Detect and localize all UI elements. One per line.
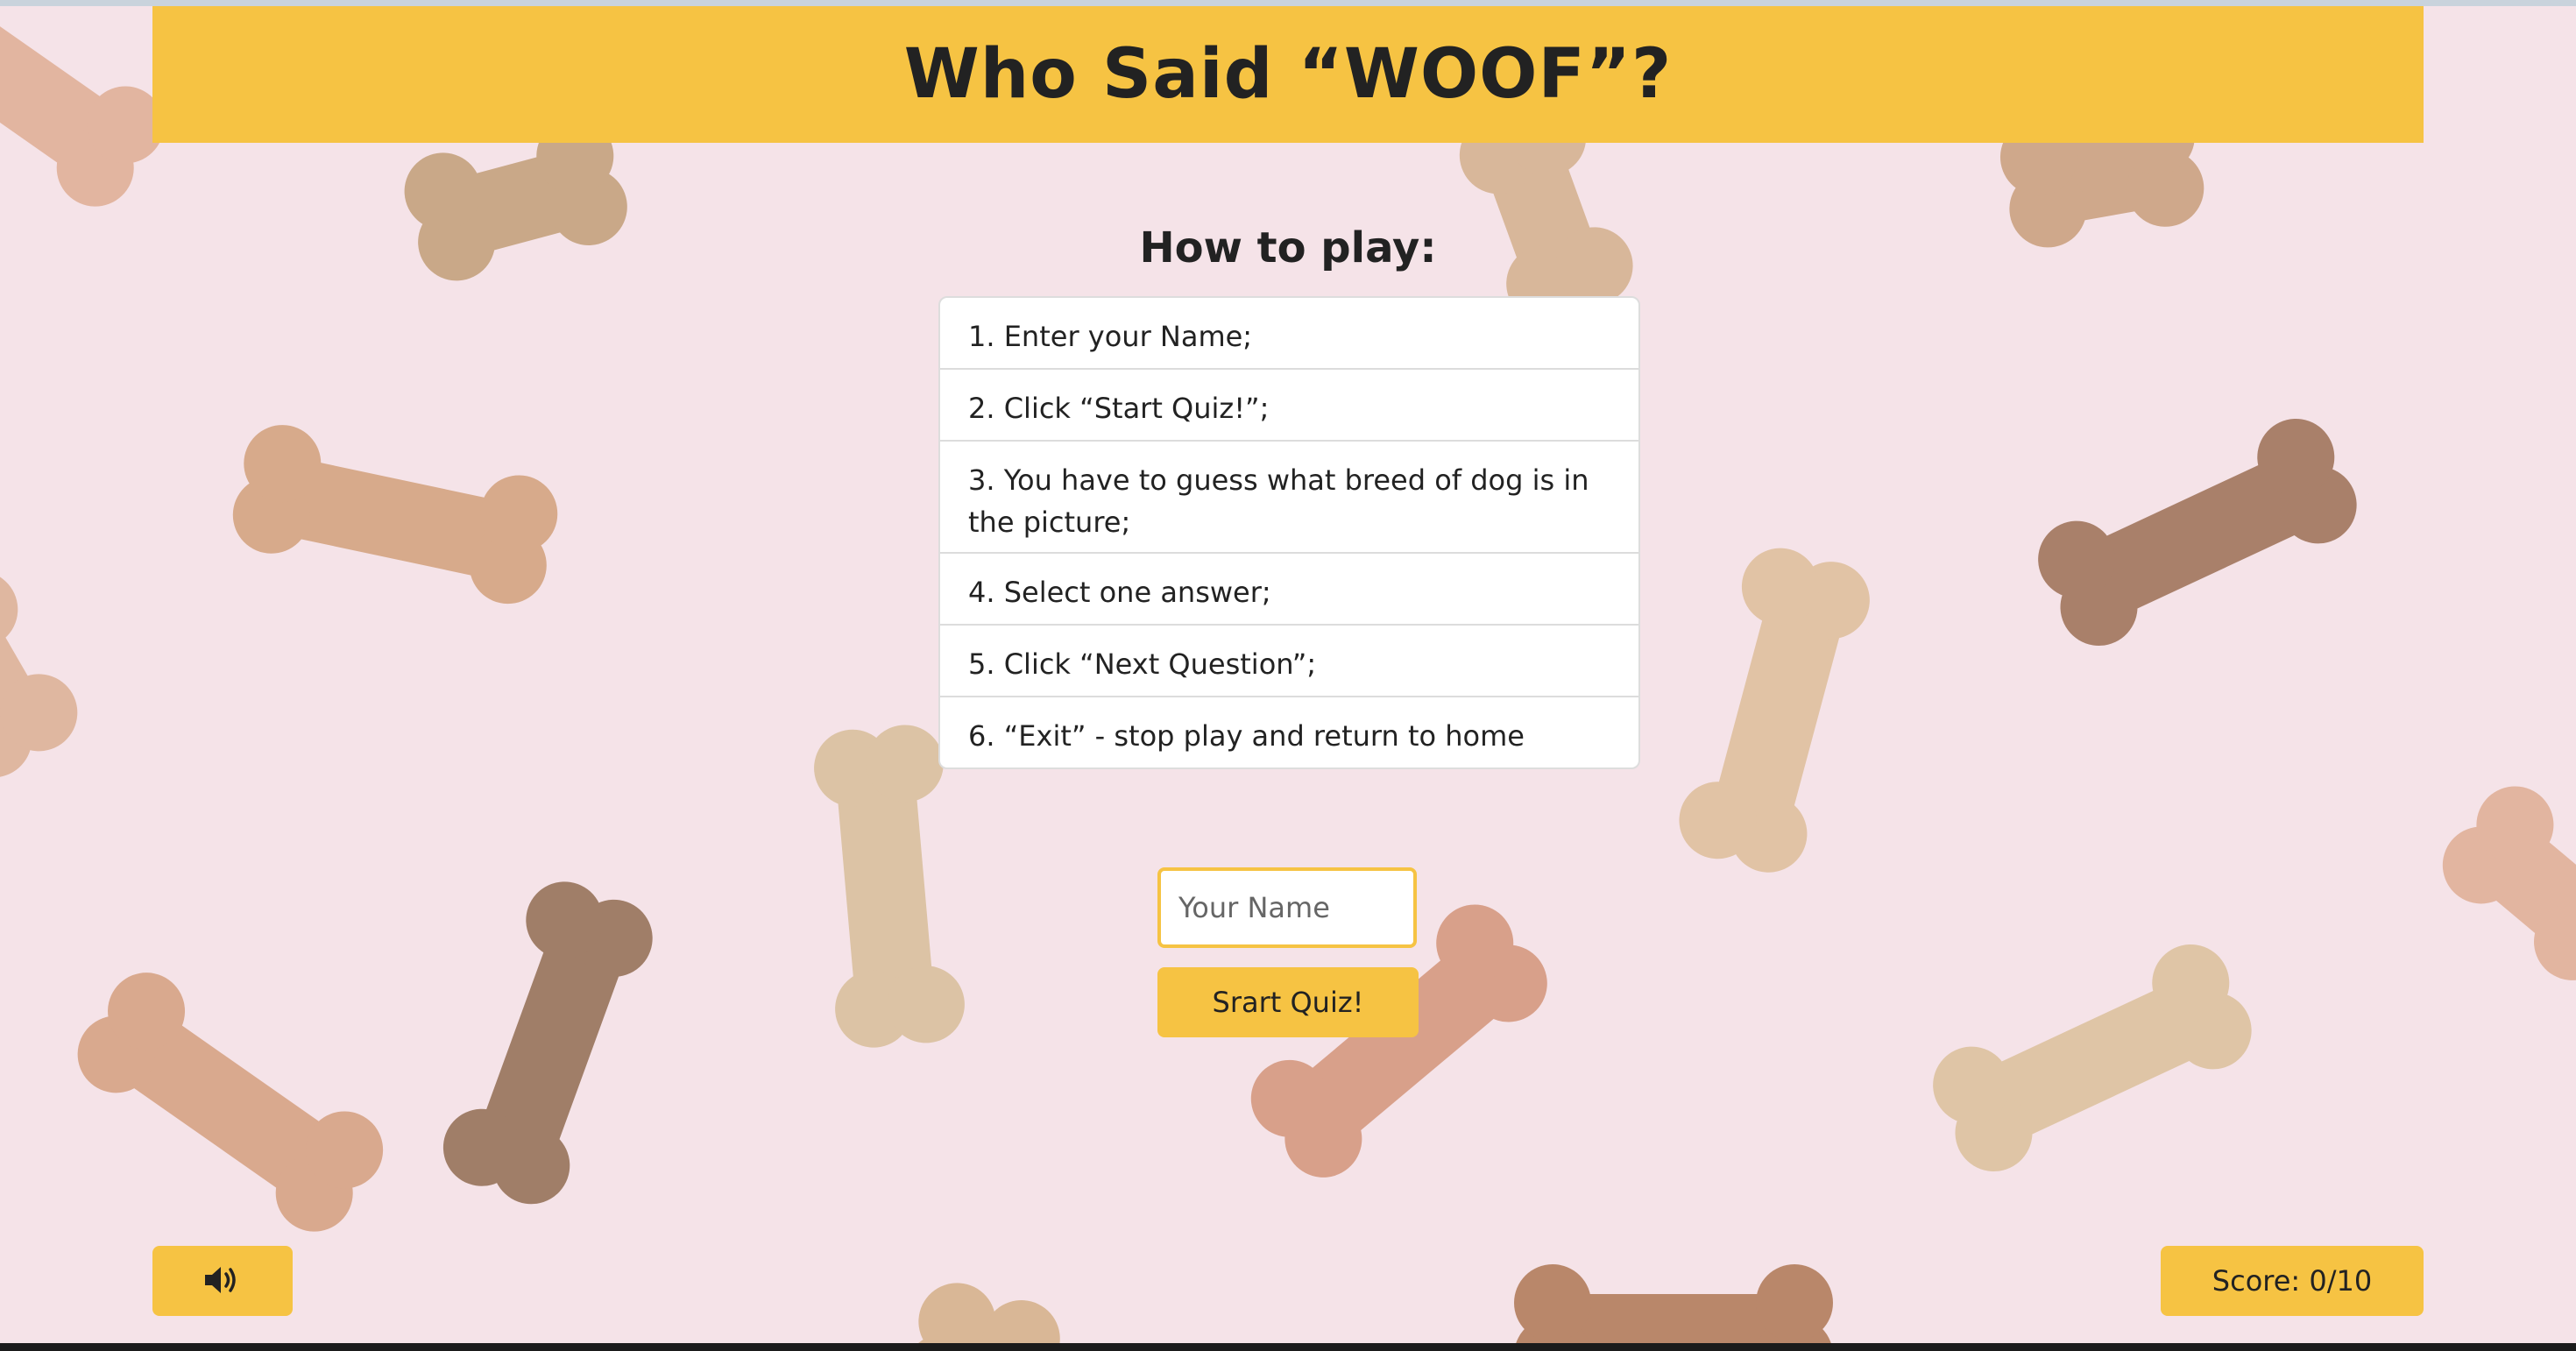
window-bottom-strip [0, 1343, 2576, 1351]
score-label: Score: 0/10 [2212, 1264, 2373, 1298]
instruction-step: 3. You have to guess what breed of dog i… [940, 442, 1638, 554]
sound-toggle-button[interactable] [152, 1246, 293, 1316]
bone-decoration [0, 580, 60, 773]
speaker-volume-icon [203, 1264, 242, 1298]
instruction-step: 1. Enter your Name; [940, 298, 1638, 370]
instruction-step: 5. Click “Next Question”; [940, 626, 1638, 697]
bone-decoration [464, 890, 640, 1199]
instruction-step: 6. “Exit” - stop play and return to home… [968, 719, 1525, 767]
window-top-strip [0, 0, 2576, 6]
bone-decoration [240, 449, 548, 589]
bone-decoration [2047, 437, 2352, 635]
start-quiz-button[interactable]: Srart Quiz! [1157, 967, 1419, 1037]
bone-decoration [414, 140, 620, 266]
bone-decoration [2448, 800, 2576, 973]
bone-decoration [1262, 918, 1542, 1171]
bone-decoration [82, 987, 373, 1224]
name-input[interactable] [1157, 867, 1417, 948]
app-header: Who Said “WOOF”? [152, 6, 2424, 143]
instructions-list: 1. Enter your Name; 2. Click “Start Quiz… [938, 296, 1640, 769]
bone-decoration [1702, 557, 1856, 866]
bone-decoration [832, 734, 938, 1039]
bone-decoration [1942, 963, 2247, 1161]
score-display: Score: 0/10 [2161, 1246, 2424, 1316]
bone-decoration [1514, 1264, 1833, 1343]
how-to-play-heading: How to play: [1139, 223, 1437, 272]
bone-decoration [911, 1305, 1051, 1343]
page-title: Who Said “WOOF”? [903, 35, 1673, 114]
instruction-step: 4. Select one answer; [940, 554, 1638, 626]
instruction-step: 2. Click “Start Quiz!”; [940, 370, 1638, 442]
bone-decoration [0, 6, 154, 199]
